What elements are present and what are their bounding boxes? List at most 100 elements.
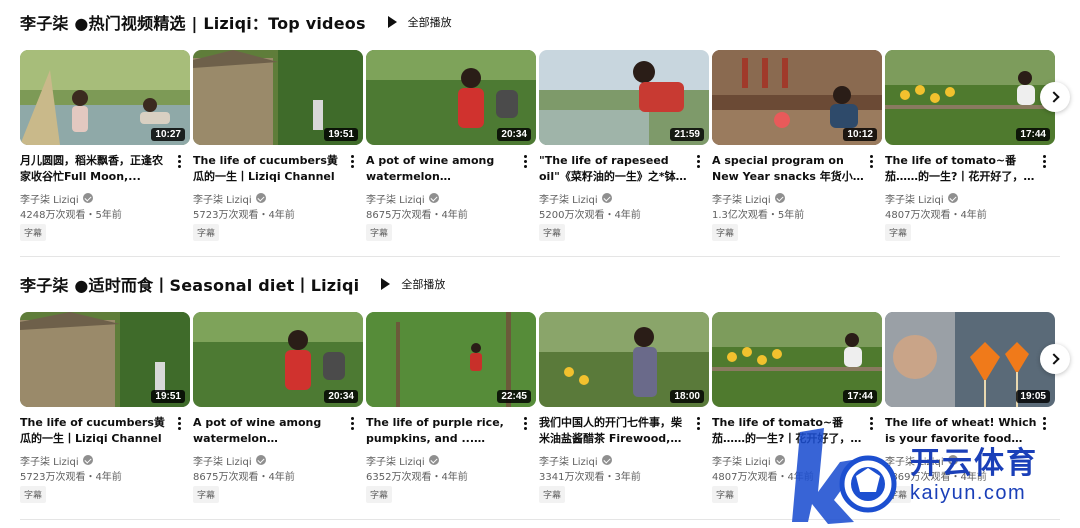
channel-name[interactable]: 李子柒 Liziqi: [366, 453, 425, 468]
video-thumbnail[interactable]: 10:12: [712, 50, 882, 145]
watermark-brand: 开云体育: [910, 446, 1038, 481]
video-thumbnail[interactable]: 20:34: [193, 312, 363, 407]
video-duration: 17:44: [1016, 128, 1050, 141]
channel-name[interactable]: 李子柒 Liziqi: [539, 191, 598, 206]
shelf-title[interactable]: 李子柒 ●热门视频精选 | Liziqi：Top videos: [20, 10, 366, 34]
video-card[interactable]: 10:12 A special program on New Year snac…: [712, 50, 882, 241]
more-options-icon[interactable]: [693, 153, 703, 169]
channel-name[interactable]: 李子柒 Liziqi: [885, 191, 944, 206]
channel-name[interactable]: 李子柒 Liziqi: [712, 191, 771, 206]
video-card[interactable]: 17:44 The life of tomato~番茄……的一生?丨花开好了，果…: [885, 50, 1055, 241]
next-arrow-button[interactable]: [1040, 344, 1070, 374]
play-all-button[interactable]: 全部播放: [387, 14, 452, 30]
video-card[interactable]: 10:27 月儿圆圆，稻米飘香，正逢农家收谷忙Full Moon,... 李子柒…: [20, 50, 190, 241]
more-options-icon[interactable]: [520, 153, 530, 169]
video-title[interactable]: A pot of wine among watermelon fields.So…: [193, 415, 345, 447]
subtitle-badge: 字幕: [193, 224, 220, 241]
subtitle-badge: 字幕: [712, 224, 739, 241]
video-thumbnail[interactable]: 21:59: [539, 50, 709, 145]
subtitle-badge: 字幕: [20, 486, 47, 503]
video-thumbnail[interactable]: 19:05: [885, 312, 1055, 407]
video-card[interactable]: 18:00 我们中国人的开门七件事，柴米油盐酱醋茶 Firewood, rice…: [539, 312, 709, 503]
shelf-title[interactable]: 李子柒 ●适时而食丨Seasonal diet丨Liziqi: [20, 272, 359, 296]
video-thumbnail[interactable]: 19:51: [193, 50, 363, 145]
video-thumbnail[interactable]: 19:51: [20, 312, 190, 407]
video-title[interactable]: 月儿圆圆，稻米飘香，正逢农家收谷忙Full Moon,...: [20, 153, 172, 185]
channel-name[interactable]: 李子柒 Liziqi: [712, 453, 771, 468]
video-stats: 6352万次观看・4年前: [366, 472, 468, 483]
more-options-icon[interactable]: [347, 153, 357, 169]
video-thumbnail[interactable]: 22:45: [366, 312, 536, 407]
more-options-icon[interactable]: [1039, 153, 1049, 169]
verified-icon: [601, 193, 612, 203]
verified-icon: [774, 193, 785, 203]
video-meta: A pot of wine among watermelon fields.So…: [193, 415, 363, 503]
video-title[interactable]: The life of purple rice, pumpkins, and .…: [366, 415, 518, 447]
more-options-icon[interactable]: [693, 415, 703, 431]
video-card[interactable]: 19:51 The life of cucumbers黄瓜的一生丨Liziqi …: [193, 50, 363, 241]
channel-name[interactable]: 李子柒 Liziqi: [193, 453, 252, 468]
video-meta: The life of tomato~番茄……的一生?丨花开好了，果子熟... …: [885, 153, 1055, 241]
video-meta: "The life of rapeseed oil"《菜籽油的一生》之*钵钵鸡,…: [539, 153, 709, 241]
verified-icon: [428, 455, 439, 465]
video-meta: A pot of wine among watermelon fields.So…: [366, 153, 536, 241]
more-options-icon[interactable]: [347, 415, 357, 431]
video-thumbnail[interactable]: 17:44: [885, 50, 1055, 145]
video-title[interactable]: "The life of rapeseed oil"《菜籽油的一生》之*钵钵鸡,…: [539, 153, 691, 185]
video-title[interactable]: The life of tomato~番茄……的一生?丨花开好了，果子熟...: [885, 153, 1037, 185]
subtitle-badge: 字幕: [539, 486, 566, 503]
video-card[interactable]: 20:34 A pot of wine among watermelon fie…: [366, 50, 536, 241]
video-card[interactable]: 19:51 The life of cucumbers黄瓜的一生丨Liziqi …: [20, 312, 190, 503]
play-icon: [387, 16, 397, 28]
video-thumbnail[interactable]: 17:44: [712, 312, 882, 407]
video-thumbnail[interactable]: 18:00: [539, 312, 709, 407]
video-title[interactable]: A special program on New Year snacks 年货小…: [712, 153, 864, 185]
channel-row: 李子柒 Liziqi: [366, 453, 518, 468]
video-title[interactable]: 我们中国人的开门七件事，柴米油盐酱醋茶 Firewood, rice...: [539, 415, 691, 447]
more-options-icon[interactable]: [174, 153, 184, 169]
subtitle-badge: 字幕: [885, 224, 912, 241]
shelf-divider: [20, 256, 1060, 257]
play-all-button[interactable]: 全部播放: [381, 276, 445, 292]
more-options-icon[interactable]: [520, 415, 530, 431]
subtitle-badge: 字幕: [539, 224, 566, 241]
channel-name[interactable]: 李子柒 Liziqi: [20, 453, 79, 468]
subtitle-badge: 字幕: [366, 486, 393, 503]
video-card[interactable]: 22:45 The life of purple rice, pumpkins,…: [366, 312, 536, 503]
channel-name[interactable]: 李子柒 Liziqi: [539, 453, 598, 468]
video-stats: 8675万次观看・4年前: [366, 210, 468, 221]
subtitle-badge: 字幕: [712, 486, 739, 503]
shelf-header: 李子柒 ●适时而食丨Seasonal diet丨Liziqi 全部播放: [20, 272, 445, 296]
video-title[interactable]: The life of cucumbers黄瓜的一生丨Liziqi Channe…: [20, 415, 172, 447]
video-stats: 4248万次观看・5年前: [20, 210, 122, 221]
video-duration: 10:12: [843, 128, 877, 141]
video-thumbnail[interactable]: 20:34: [366, 50, 536, 145]
video-stats: 3341万次观看・3年前: [539, 472, 641, 483]
video-thumbnail[interactable]: 10:27: [20, 50, 190, 145]
channel-name[interactable]: 李子柒 Liziqi: [20, 191, 79, 206]
more-options-icon[interactable]: [174, 415, 184, 431]
verified-icon: [82, 193, 93, 203]
video-meta: A special program on New Year snacks 年货小…: [712, 153, 882, 241]
shelf-header: 李子柒 ●热门视频精选 | Liziqi：Top videos 全部播放: [20, 10, 452, 34]
watermark-url: kaiyun.com: [910, 482, 1027, 504]
channel-row: 李子柒 Liziqi: [712, 191, 864, 206]
video-card[interactable]: 21:59 "The life of rapeseed oil"《菜籽油的一生》…: [539, 50, 709, 241]
channel-name[interactable]: 李子柒 Liziqi: [366, 191, 425, 206]
channel-name[interactable]: 李子柒 Liziqi: [193, 191, 252, 206]
video-duration: 20:34: [497, 128, 531, 141]
video-card[interactable]: 20:34 A pot of wine among watermelon fie…: [193, 312, 363, 503]
channel-row: 李子柒 Liziqi: [885, 191, 1037, 206]
verified-icon: [947, 193, 958, 203]
video-title[interactable]: A pot of wine among watermelon fields.So…: [366, 153, 518, 185]
verified-icon: [255, 455, 266, 465]
subtitle-badge: 字幕: [193, 486, 220, 503]
video-meta: The life of cucumbers黄瓜的一生丨Liziqi Channe…: [20, 415, 190, 503]
kaiyun-logo-icon: [792, 428, 897, 524]
more-options-icon[interactable]: [866, 153, 876, 169]
chevron-right-icon: [1047, 353, 1060, 365]
next-arrow-button[interactable]: [1040, 82, 1070, 112]
video-title[interactable]: The life of cucumbers黄瓜的一生丨Liziqi Channe…: [193, 153, 345, 185]
verified-icon: [255, 193, 266, 203]
video-duration: 20:34: [324, 390, 358, 403]
